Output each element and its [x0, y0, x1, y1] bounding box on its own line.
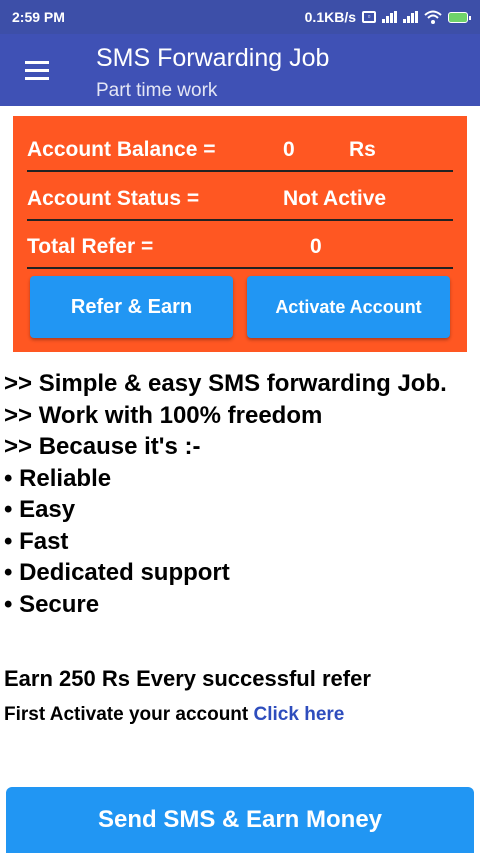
account-status-value: Not Active: [283, 187, 387, 210]
activate-prompt-line: First Activate your account Click here: [4, 704, 344, 726]
feature-line: >> Because it's :-: [4, 433, 201, 460]
feature-bullet: • Easy: [4, 496, 76, 523]
status-time: 2:59 PM: [12, 9, 65, 25]
network-activity-icon: ▫: [362, 11, 376, 23]
account-status-row: Account Status = Not Active: [27, 177, 453, 221]
hamburger-menu-icon[interactable]: [25, 61, 49, 81]
feature-bullet: • Fast: [4, 527, 69, 555]
status-icons: 0.1KB/s ▫: [304, 9, 471, 25]
signal-icon-2: [403, 11, 418, 23]
feature-bullet: • Secure: [4, 590, 100, 618]
network-speed: 0.1KB/s: [304, 9, 356, 25]
send-sms-button[interactable]: Send SMS & Earn Money: [6, 787, 474, 853]
feature-bullet: • Dedicated support: [4, 559, 230, 586]
account-balance-value: 0: [283, 138, 295, 161]
account-balance-label: Account Balance =: [27, 138, 216, 161]
refer-earn-button[interactable]: Refer & Earn: [30, 276, 233, 338]
activate-account-button[interactable]: Activate Account: [247, 276, 450, 338]
earn-refer-text: Earn 250 Rs Every successful refer: [4, 666, 371, 691]
total-refer-label: Total Refer =: [27, 235, 154, 258]
account-balance-row: Account Balance = 0 Rs: [27, 128, 453, 172]
app-subtitle: Part time work: [96, 80, 218, 101]
app-title: SMS Forwarding Job: [96, 44, 330, 72]
click-here-link[interactable]: Click here: [254, 704, 345, 725]
feature-line: >> Work with 100% freedom: [4, 401, 323, 429]
activate-prompt-text: First Activate your account: [4, 704, 249, 725]
total-refer-row: Total Refer = 0: [27, 225, 453, 269]
account-status-label: Account Status =: [27, 187, 200, 210]
battery-icon: [448, 11, 471, 23]
total-refer-value: 0: [310, 235, 322, 258]
account-card: Account Balance = 0 Rs Account Status = …: [13, 116, 467, 352]
app-bar: SMS Forwarding Job Part time work: [0, 34, 480, 106]
status-bar: 2:59 PM 0.1KB/s ▫: [0, 0, 480, 34]
account-balance-unit: Rs: [349, 138, 376, 161]
features-list: >> Simple & easy SMS forwarding Job. >> …: [4, 368, 447, 620]
feature-bullet: • Reliable: [4, 464, 112, 492]
wifi-icon: [424, 10, 442, 24]
feature-line: >> Simple & easy SMS forwarding Job.: [4, 370, 447, 397]
signal-icon: [382, 11, 397, 23]
